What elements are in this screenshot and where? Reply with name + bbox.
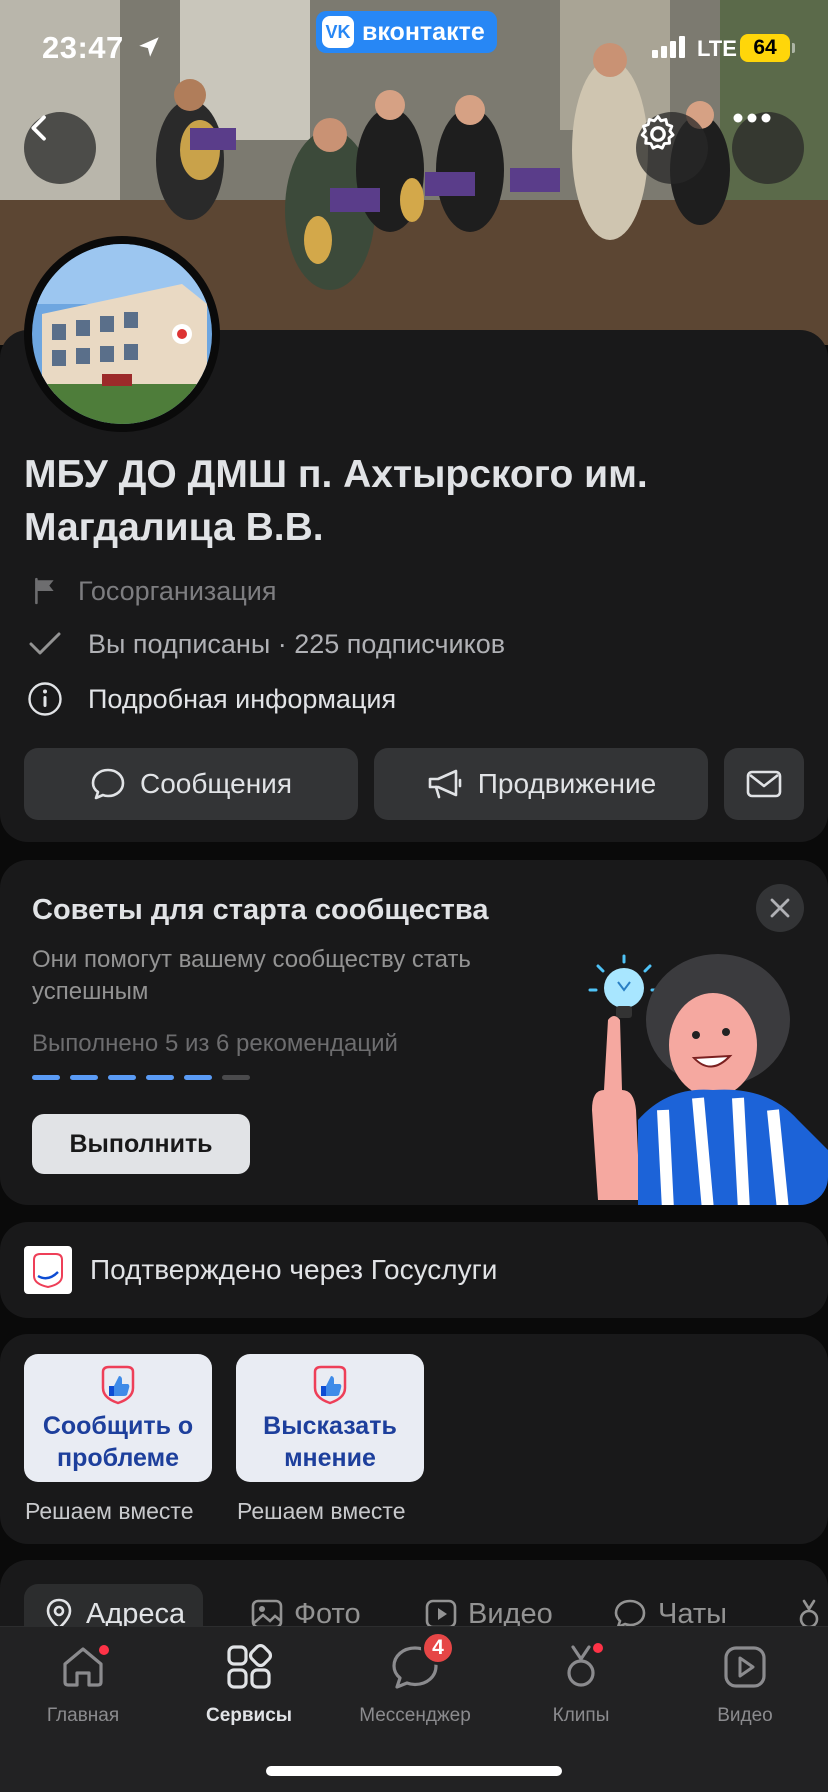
community-type-label: Госорганизация <box>78 575 277 606</box>
tips-close-button[interactable] <box>756 884 804 932</box>
progress-step-done <box>184 1075 212 1080</box>
vk-logo-icon: VK <box>322 16 354 48</box>
community-tips-card: Советы для старта сообщества Они помогут… <box>0 860 828 1205</box>
school-building-photo <box>32 244 212 424</box>
thumbs-up-shield-icon <box>101 1365 135 1405</box>
promotion-button[interactable]: Продвижение <box>374 748 708 820</box>
tabbar-messenger-label: Мессенджер <box>359 1705 471 1726</box>
details-label: Подробная информация <box>88 683 397 714</box>
widgets-card: Сообщить о проблеме Решаем вместе Высказ… <box>0 1334 828 1544</box>
status-time: 23:47 <box>42 30 124 65</box>
back-button[interactable] <box>24 112 96 184</box>
megaphone-icon <box>428 769 462 799</box>
share-opinion-label: Высказать мнение <box>263 1412 397 1472</box>
home-indicator <box>266 1766 562 1776</box>
thumbs-up-shield-icon <box>313 1365 347 1405</box>
progress-step-done <box>70 1075 98 1080</box>
messages-button-label: Сообщения <box>140 768 292 799</box>
gosuslugi-logo-icon <box>24 1246 72 1294</box>
vk-app-pill[interactable]: VK вконтакте <box>316 11 497 53</box>
gosuslugi-verified-row[interactable]: Подтверждено через Госуслуги <box>0 1222 828 1318</box>
progress-step-pending <box>222 1075 250 1080</box>
envelope-icon <box>746 770 782 798</box>
info-icon <box>24 678 66 720</box>
tabbar-video[interactable]: Видео <box>662 1639 828 1727</box>
messenger-unread-badge: 4 <box>421 1631 455 1665</box>
home-notification-dot <box>99 1645 109 1655</box>
share-opinion-caption: Решаем вместе <box>237 1498 406 1524</box>
share-opinion-widget[interactable]: Высказать мнение <box>236 1354 424 1482</box>
tabbar-video-label: Видео <box>717 1705 773 1726</box>
report-problem-caption: Решаем вместе <box>25 1498 194 1524</box>
clips-notification-dot <box>593 1643 603 1653</box>
tips-progress-label: Выполнено 5 из 6 рекомендаций <box>32 1030 398 1057</box>
gear-icon <box>640 115 675 150</box>
signal-icon <box>652 36 685 58</box>
gosuslugi-label: Подтверждено через Госуслуги <box>90 1254 498 1285</box>
tips-illustration <box>588 954 828 1205</box>
messenger-icon: 4 <box>387 1631 455 1695</box>
tabbar-services-label: Сервисы <box>205 1705 293 1726</box>
status-bar: 23:47 VK вконтакте LTE 64 <box>0 0 828 100</box>
flag-icon <box>24 570 66 612</box>
message-bubble-icon <box>91 768 125 800</box>
tabbar-clips-label: Клипы <box>552 1705 610 1726</box>
tips-title: Советы для старта сообщества <box>32 894 489 926</box>
messages-button[interactable]: Сообщения <box>24 748 358 820</box>
clips-icon <box>553 1639 609 1695</box>
report-problem-label: Сообщить о проблеме <box>42 1412 194 1472</box>
details-row[interactable]: Подробная информация <box>24 678 396 720</box>
close-icon <box>770 898 790 918</box>
tips-subtitle: Они помогут вашему сообществу стать успе… <box>32 946 471 1005</box>
mail-button[interactable] <box>724 748 804 820</box>
tabbar-home-label: Главная <box>46 1705 120 1726</box>
promotion-button-label: Продвижение <box>477 768 657 799</box>
tips-complete-button[interactable]: Выполнить <box>32 1114 250 1174</box>
community-title: МБУ ДО ДМШ п. Ахтырского им. Магдалица В… <box>24 453 648 549</box>
subscription-row[interactable]: Вы подписаны · 225 подписчиков <box>24 623 505 665</box>
tabbar-home[interactable]: Главная <box>0 1639 166 1727</box>
community-type-row: Госорганизация <box>24 570 277 612</box>
progress-step-done <box>32 1075 60 1080</box>
more-button[interactable] <box>732 112 804 184</box>
check-icon <box>24 623 66 665</box>
tabbar-messenger[interactable]: 4 Мессенджер <box>332 1631 498 1727</box>
tips-progress-bar <box>32 1075 250 1080</box>
community-avatar[interactable] <box>24 236 220 432</box>
report-problem-widget[interactable]: Сообщить о проблеме <box>24 1354 212 1482</box>
vk-pill-label: вконтакте <box>362 17 485 46</box>
progress-step-done <box>146 1075 174 1080</box>
settings-button[interactable] <box>636 112 708 184</box>
subscription-label: Вы подписаны · 225 подписчиков <box>88 628 506 659</box>
tabbar-services[interactable]: Сервисы <box>166 1639 332 1727</box>
battery-indicator: 64 <box>740 34 795 62</box>
tabbar-clips[interactable]: Клипы <box>498 1639 664 1727</box>
services-icon <box>221 1639 277 1695</box>
home-icon <box>55 1639 111 1695</box>
network-label: LTE <box>697 36 737 61</box>
progress-step-done <box>108 1075 136 1080</box>
more-dots-icon <box>733 113 771 123</box>
video-icon <box>717 1639 773 1695</box>
chevron-left-icon <box>31 115 46 141</box>
